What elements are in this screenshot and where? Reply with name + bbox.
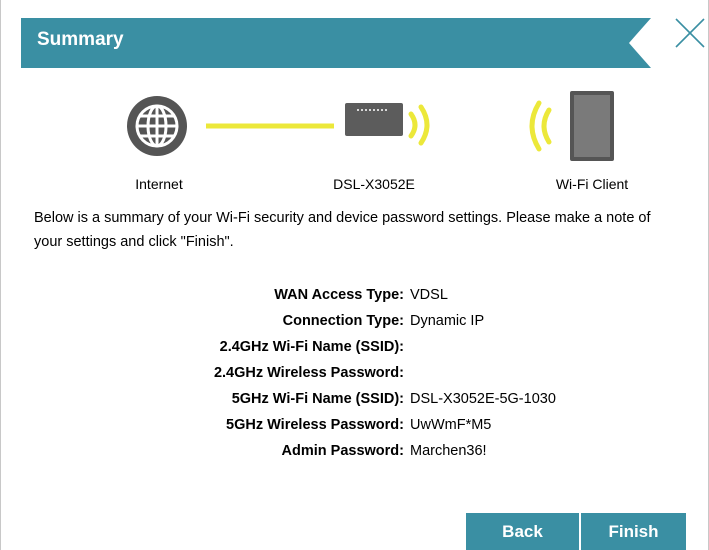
setting-row-24ghz-password: 2.4GHz Wireless Password:: [1, 365, 709, 391]
setting-label: 5GHz Wi-Fi Name (SSID):: [231, 391, 404, 407]
setting-row-24ghz-ssid: 2.4GHz Wi-Fi Name (SSID):: [1, 339, 709, 365]
finish-button[interactable]: Finish: [581, 513, 686, 550]
internet-label: Internet: [135, 176, 183, 192]
summary-description: Below is a summary of your Wi-Fi securit…: [34, 210, 651, 250]
setting-label: 2.4GHz Wireless Password:: [213, 365, 404, 381]
diagram-graphic: [127, 91, 614, 161]
router-label: DSL-X3052E: [333, 176, 415, 192]
wifi-waves-icon: [529, 100, 552, 152]
setting-label: 5GHz Wireless Password:: [226, 417, 404, 433]
setting-value: Dynamic IP: [410, 313, 485, 329]
setting-label: Admin Password:: [281, 443, 404, 459]
setting-value: UwWmF*M5: [410, 417, 492, 433]
setting-label: 2.4GHz Wi-Fi Name (SSID):: [219, 339, 404, 355]
setting-row-wan-access: WAN Access Type: VDSL: [1, 287, 709, 313]
globe-icon: [127, 96, 187, 156]
back-button[interactable]: Back: [466, 513, 579, 550]
router-icon: [345, 103, 403, 136]
setting-row-5ghz-ssid: 5GHz Wi-Fi Name (SSID): DSL-X3052E-5G-10…: [1, 391, 709, 417]
wifi-waves-icon: [408, 104, 430, 146]
setting-value: Marchen36!: [410, 443, 487, 459]
summary-dialog: Summary Internet DSL-X3052E Wi-Fi Client…: [0, 0, 709, 550]
settings-list: WAN Access Type: VDSL Connection Type: D…: [1, 287, 709, 469]
setting-row-5ghz-password: 5GHz Wireless Password: UwWmF*M5: [1, 417, 709, 443]
setting-value: VDSL: [410, 287, 448, 303]
setting-value: DSL-X3052E-5G-1030: [410, 391, 556, 407]
setting-row-admin-password: Admin Password: Marchen36!: [1, 443, 709, 469]
connection-diagram: Internet DSL-X3052E Wi-Fi Client: [1, 80, 709, 200]
tablet-icon: [570, 91, 614, 161]
setting-label: WAN Access Type:: [274, 287, 404, 303]
close-icon[interactable]: [673, 16, 707, 50]
dialog-title: Summary: [37, 29, 124, 50]
setting-label: Connection Type:: [282, 313, 404, 329]
setting-row-connection-type: Connection Type: Dynamic IP: [1, 313, 709, 339]
client-label: Wi-Fi Client: [555, 176, 629, 192]
